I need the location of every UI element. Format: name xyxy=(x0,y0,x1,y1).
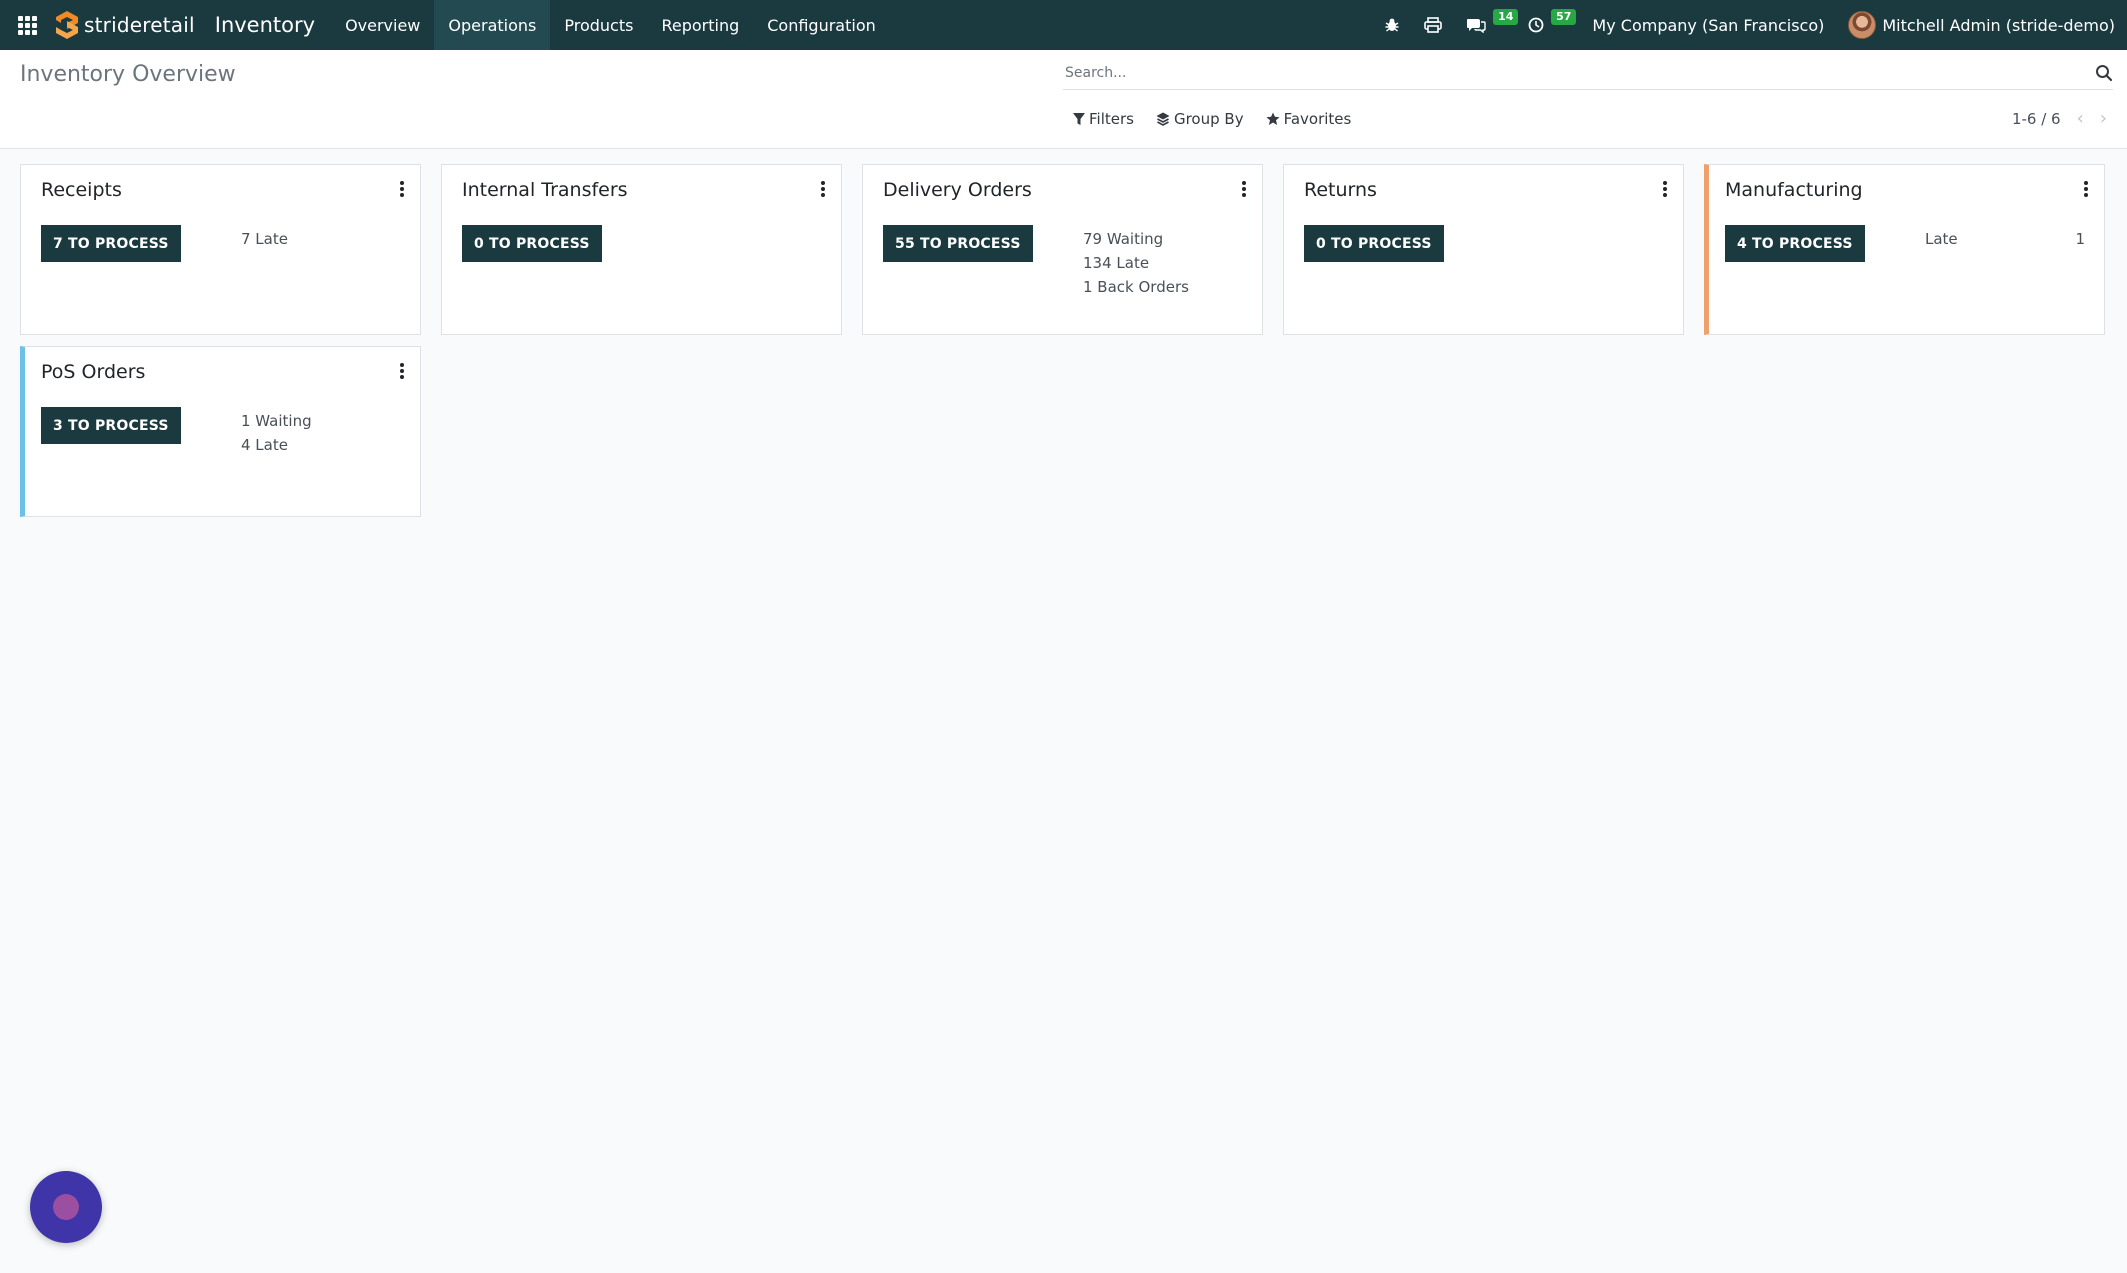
card-title[interactable]: Delivery Orders xyxy=(883,179,1032,201)
star-icon xyxy=(1266,112,1280,125)
card-stats: 1 Waiting 4 Late xyxy=(241,409,312,457)
filter-icon xyxy=(1073,112,1085,125)
to-process-button[interactable]: 4 TO PROCESS xyxy=(1725,225,1865,262)
stat-back-orders[interactable]: 1 Back Orders xyxy=(1083,275,1189,299)
top-navbar: strideretail Inventory Overview Operatio… xyxy=(0,0,2127,50)
card-menu-icon[interactable] xyxy=(400,363,404,381)
messages-count-badge: 14 xyxy=(1493,9,1519,25)
card-title[interactable]: Receipts xyxy=(41,179,122,201)
menu-operations[interactable]: Operations xyxy=(434,0,551,50)
filters-button[interactable]: Filters xyxy=(1073,110,1134,128)
to-process-button[interactable]: 0 TO PROCESS xyxy=(1304,225,1444,262)
company-switcher[interactable]: My Company (San Francisco) xyxy=(1574,16,1848,35)
stat-waiting[interactable]: 79 Waiting xyxy=(1083,227,1189,251)
to-process-button[interactable]: 55 TO PROCESS xyxy=(883,225,1033,262)
avatar xyxy=(1848,11,1877,39)
pager-value[interactable]: 1-6 / 6 xyxy=(2012,110,2061,128)
stat-late[interactable]: 7 Late xyxy=(241,227,288,251)
card-internal-transfers[interactable]: Internal Transfers 0 TO PROCESS xyxy=(441,164,842,335)
to-process-button[interactable]: 7 TO PROCESS xyxy=(41,225,181,262)
card-menu-icon[interactable] xyxy=(1242,181,1246,199)
card-title[interactable]: PoS Orders xyxy=(41,361,145,383)
card-menu-icon[interactable] xyxy=(821,181,825,199)
card-returns[interactable]: Returns 0 TO PROCESS xyxy=(1283,164,1684,335)
search-icon[interactable] xyxy=(2095,64,2113,82)
card-stats: 7 Late xyxy=(241,227,288,251)
user-menu[interactable]: Mitchell Admin (stride-demo) xyxy=(1848,11,2115,39)
search-input[interactable] xyxy=(1063,64,2095,81)
menu-products[interactable]: Products xyxy=(550,0,647,50)
menu-reporting[interactable]: Reporting xyxy=(647,0,753,50)
card-pos-orders[interactable]: PoS Orders 3 TO PROCESS 1 Waiting 4 Late xyxy=(20,346,421,517)
card-stats: Late 1 xyxy=(1925,227,2085,251)
card-manufacturing[interactable]: Manufacturing 4 TO PROCESS Late 1 xyxy=(1704,164,2105,335)
chat-bubble-icon xyxy=(53,1194,79,1220)
user-name: Mitchell Admin (stride-demo) xyxy=(1882,15,2115,35)
page-title: Inventory Overview xyxy=(20,62,236,87)
search-options: Filters Group By Favorites xyxy=(1073,110,1373,128)
card-delivery-orders[interactable]: Delivery Orders 55 TO PROCESS 79 Waiting… xyxy=(862,164,1263,335)
group-by-button[interactable]: Group By xyxy=(1156,110,1244,128)
card-title[interactable]: Internal Transfers xyxy=(462,179,628,201)
pager-next-icon[interactable]: › xyxy=(2100,108,2107,129)
debug-bug-icon[interactable] xyxy=(1372,0,1412,50)
card-receipts[interactable]: Receipts 7 TO PROCESS 7 Late xyxy=(20,164,421,335)
stat-late[interactable]: Late 1 xyxy=(1925,227,2085,251)
pager-previous-icon[interactable]: ‹ xyxy=(2077,108,2084,129)
card-menu-icon[interactable] xyxy=(400,181,404,199)
apps-menu-icon[interactable] xyxy=(0,0,54,50)
card-stats: 79 Waiting 134 Late 1 Back Orders xyxy=(1083,227,1189,299)
control-panel: Inventory Overview Filters Group By Favo… xyxy=(0,50,2127,149)
stat-late[interactable]: 134 Late xyxy=(1083,251,1189,275)
chat-launcher-button[interactable] xyxy=(30,1171,102,1243)
layers-icon xyxy=(1156,112,1170,126)
pager: 1-6 / 6 ‹ › xyxy=(2012,108,2107,129)
card-menu-icon[interactable] xyxy=(2084,181,2088,199)
brand-logo[interactable]: strideretail xyxy=(54,0,195,50)
activities-count-badge: 57 xyxy=(1551,9,1577,25)
messages-icon[interactable]: 14 xyxy=(1454,0,1519,50)
to-process-button[interactable]: 3 TO PROCESS xyxy=(41,407,181,444)
card-title[interactable]: Manufacturing xyxy=(1725,179,1863,201)
brand-name: strideretail xyxy=(84,13,195,37)
menu-configuration[interactable]: Configuration xyxy=(753,0,890,50)
activities-clock-icon[interactable]: 57 xyxy=(1516,0,1577,50)
app-title[interactable]: Inventory xyxy=(215,13,315,37)
card-menu-icon[interactable] xyxy=(1663,181,1667,199)
print-icon[interactable] xyxy=(1412,0,1454,50)
menu-overview[interactable]: Overview xyxy=(331,0,434,50)
stride-logo-icon xyxy=(56,11,78,39)
to-process-button[interactable]: 0 TO PROCESS xyxy=(462,225,602,262)
card-title[interactable]: Returns xyxy=(1304,179,1377,201)
search-bar xyxy=(1063,56,2113,90)
favorites-button[interactable]: Favorites xyxy=(1266,110,1351,128)
stat-late[interactable]: 4 Late xyxy=(241,433,312,457)
stat-waiting[interactable]: 1 Waiting xyxy=(241,409,312,433)
